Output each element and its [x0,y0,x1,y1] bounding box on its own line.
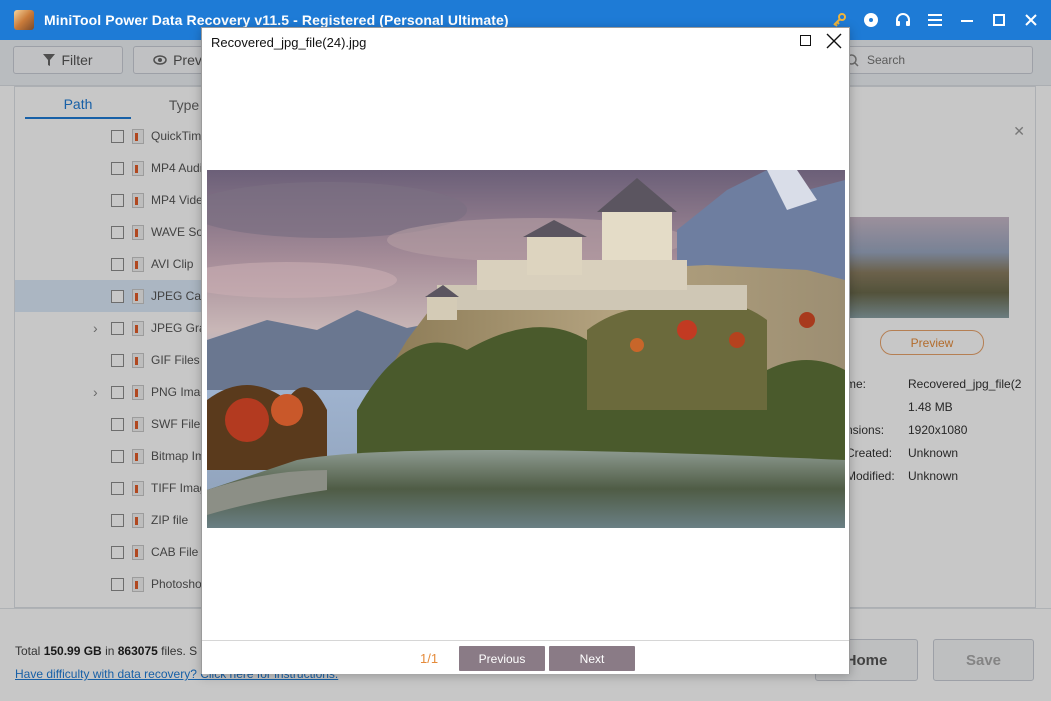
menu-icon[interactable] [925,10,945,30]
app-title: MiniTool Power Data Recovery v11.5 - Reg… [44,12,509,28]
app-logo-icon [14,10,34,30]
dialog-title: Recovered_jpg_file(24).jpg [202,28,849,56]
maximize-icon[interactable] [989,10,1009,30]
headset-icon[interactable] [893,10,913,30]
disc-icon[interactable] [861,10,881,30]
minimize-icon[interactable] [957,10,977,30]
dialog-close-icon[interactable] [825,32,843,50]
dialog-footer: 1/1 Previous Next [202,640,849,674]
page-indicator: 1/1 [420,651,439,666]
previous-button[interactable]: Previous [459,646,545,671]
title-bar-icons [829,0,1041,40]
next-button[interactable]: Next [549,646,635,671]
dialog-maximize-icon[interactable] [800,35,811,46]
preview-dialog: Recovered_jpg_file(24).jpg 1/1 Previous … [201,27,850,674]
preview-image [207,170,845,528]
close-icon[interactable] [1021,10,1041,30]
